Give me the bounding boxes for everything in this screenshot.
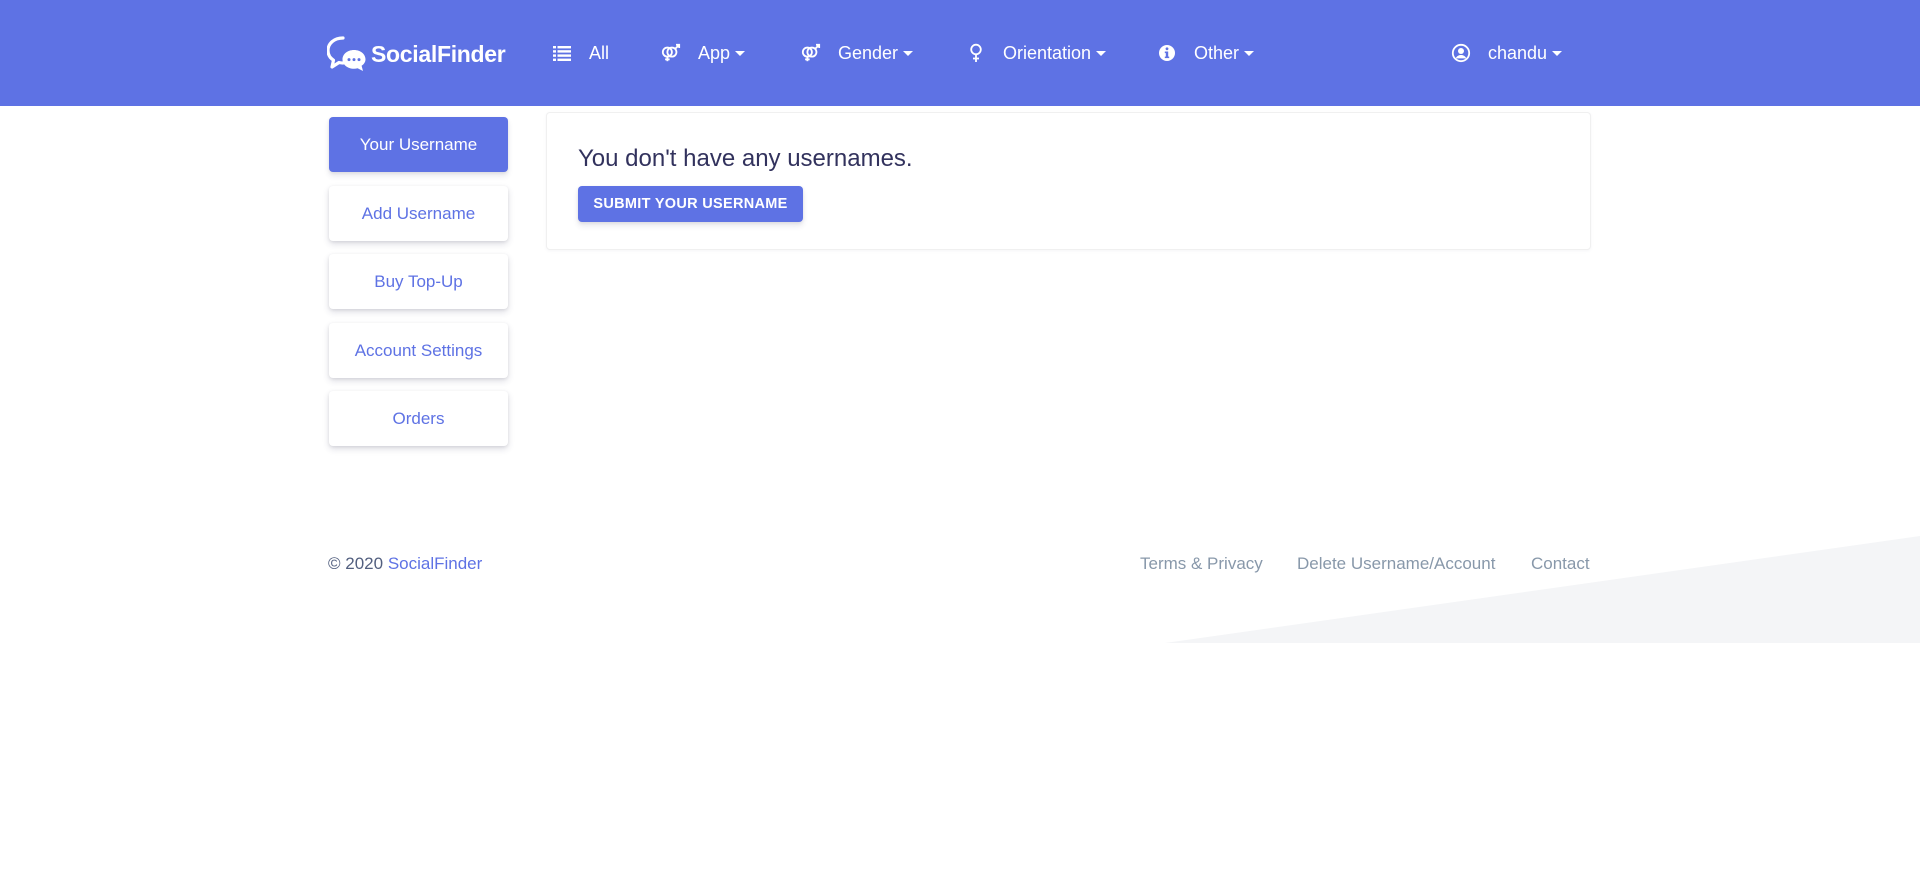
top-navbar: SocialFinder All App Gender Orientation …	[0, 0, 1920, 106]
brand-name: SocialFinder	[371, 40, 506, 67]
sidebar-item-orders[interactable]: Orders	[329, 391, 508, 446]
nav-item-orientation[interactable]: Orientation	[965, 38, 1107, 68]
user-circle-icon	[1450, 42, 1472, 64]
footer-link-delete-account[interactable]: Delete Username/Account	[1297, 554, 1495, 574]
nav-item-label: Gender	[838, 42, 899, 63]
nav-item-label: All	[589, 42, 610, 63]
sidebar-item-label: Add Username	[361, 203, 476, 223]
submit-username-button[interactable]: SUBMIT YOUR USERNAME	[578, 186, 803, 222]
caret-down-icon	[903, 50, 914, 56]
sidebar-item-label: Your Username	[359, 134, 478, 154]
sidebar-item-label: Account Settings	[354, 340, 483, 360]
nav-item-app[interactable]: App	[660, 38, 746, 68]
sidebar-item-account-settings[interactable]: Account Settings	[329, 323, 508, 378]
gender-icon	[800, 42, 822, 64]
caret-down-icon	[1244, 50, 1255, 56]
user-menu[interactable]: chandu	[1450, 38, 1563, 68]
nav-item-other[interactable]: Other	[1156, 38, 1255, 68]
footer-brand-link[interactable]: SocialFinder	[388, 554, 483, 573]
nav-item-label: App	[698, 42, 731, 63]
sidebar-item-label: Buy Top-Up	[374, 271, 463, 291]
info-icon	[1156, 42, 1178, 64]
footer-link-contact[interactable]: Contact	[1531, 554, 1590, 574]
sidebar-item-buy-top-up[interactable]: Buy Top-Up	[329, 254, 508, 309]
usernames-card: You don't have any usernames. SUBMIT YOU…	[546, 112, 1591, 250]
sidebar-item-your-username[interactable]: Your Username	[329, 117, 508, 172]
caret-down-icon	[1552, 50, 1563, 56]
gender-icon	[660, 42, 682, 64]
copyright: © 2020 SocialFinder	[328, 554, 482, 574]
sidebar-item-add-username[interactable]: Add Username	[329, 186, 508, 241]
nav-item-label: Other	[1194, 42, 1240, 63]
nav-item-label: Orientation	[1003, 42, 1092, 63]
caret-down-icon	[1096, 50, 1107, 56]
chat-bubbles-icon	[327, 36, 366, 71]
user-name: chandu	[1488, 42, 1548, 63]
brand-logo[interactable]: SocialFinder	[327, 35, 506, 73]
footer-link-terms-privacy[interactable]: Terms & Privacy	[1140, 554, 1263, 574]
footer-background-shape	[1165, 536, 1920, 643]
venus-icon	[965, 42, 987, 64]
list-icon	[551, 42, 573, 64]
copyright-prefix: © 2020	[328, 554, 384, 573]
caret-down-icon	[735, 50, 746, 56]
sidebar-item-label: Orders	[392, 408, 445, 428]
empty-state-message: You don't have any usernames.	[578, 145, 913, 172]
nav-item-all[interactable]: All	[551, 38, 609, 68]
nav-item-gender[interactable]: Gender	[800, 38, 914, 68]
